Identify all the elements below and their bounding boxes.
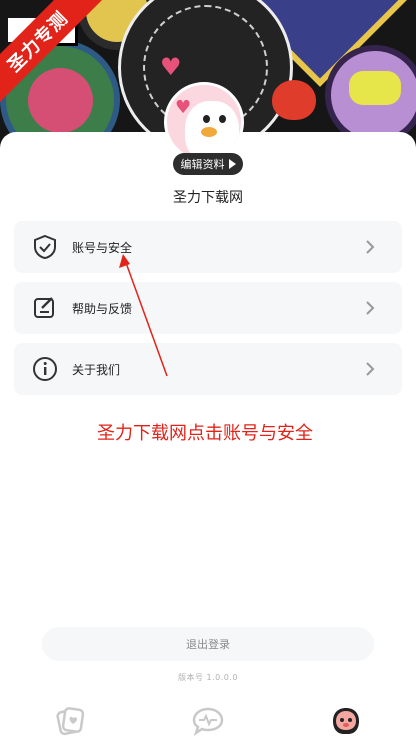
- annotation-arrow-icon: [119, 254, 168, 377]
- feedback-edit-icon: [32, 295, 58, 321]
- chevron-right-icon: [366, 362, 375, 376]
- chat-heartbeat-icon: [192, 707, 224, 736]
- world-gamepad-sticker: [325, 45, 416, 145]
- chevron-right-icon: [366, 301, 375, 315]
- chevron-right-icon: [366, 240, 375, 254]
- annotation-text: 圣力下载网点击账号与安全: [97, 423, 313, 444]
- heart-icon: ♥: [160, 53, 182, 81]
- version-text: 版本号 1.0.0.0: [177, 673, 239, 682]
- tab-profile[interactable]: [328, 704, 364, 738]
- heart-sticker: [272, 80, 316, 120]
- tab-cards[interactable]: [52, 704, 88, 738]
- logout-button[interactable]: 退出登录: [42, 627, 374, 661]
- username: 圣力下载网: [173, 190, 243, 206]
- edit-profile-button[interactable]: 编辑资料: [173, 153, 243, 175]
- heart-icon: ♥: [175, 97, 192, 118]
- menu-item-account-security[interactable]: 账号与安全: [14, 221, 402, 273]
- profile-face-icon: [333, 708, 359, 734]
- tab-messages[interactable]: [190, 704, 226, 738]
- avatar[interactable]: ♥: [164, 82, 244, 162]
- play-icon: [228, 159, 236, 169]
- edit-profile-label: 编辑资料: [180, 158, 225, 171]
- logout-label: 退出登录: [186, 638, 230, 651]
- cards-heart-icon: [56, 707, 85, 736]
- bottom-tab-bar: [0, 702, 416, 741]
- info-icon: [32, 356, 58, 382]
- menu-item-about-us[interactable]: 关于我们: [14, 343, 402, 395]
- menu-item-help-feedback[interactable]: 帮助与反馈: [14, 282, 402, 334]
- shield-icon: [32, 234, 58, 260]
